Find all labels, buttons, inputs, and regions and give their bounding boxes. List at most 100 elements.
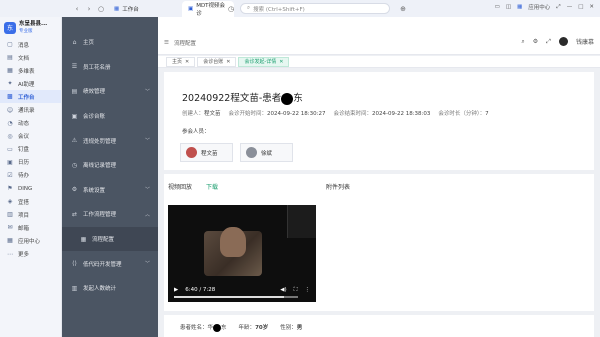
yida-icon: ◈ <box>7 198 13 206</box>
nav-item[interactable]: ▥ 发起人数统计 <box>62 276 158 301</box>
sidebar-item-label: 宜搭 <box>18 199 30 206</box>
module-sidenav: ⌂ 主页 ☰ 员工花名册 ▤ 绩效管理 ﹀ ▣ 会诊台账 ⚠ 违规处罚管理 ﹀ ◷ 离线记录管理 ⚙ 系统设置… <box>62 30 158 337</box>
forward-arrow-icon[interactable]: › <box>84 4 94 14</box>
refresh-icon[interactable]: ○ <box>96 4 106 14</box>
page-tab[interactable]: 会诊台账 ✕ <box>197 56 237 67</box>
video-player[interactable]: ▶ 6:40 / 7:28 ◀) ⛶ ⋮ <box>168 205 316 302</box>
menu-toggle-icon[interactable]: ☰ <box>164 40 169 46</box>
page-tabs: 主页 ✕ 会诊台账 ✕ 会诊发起-详情 ✕ <box>158 56 600 68</box>
pin-icon[interactable]: ◫ <box>506 4 511 10</box>
sidebar-item[interactable]: ✉ 邮箱 <box>0 221 61 234</box>
sidebar-item[interactable]: ▩ 工作台 <box>0 90 61 104</box>
page-tab-label: 会诊台账 <box>203 59 224 65</box>
apps-grid-icon[interactable]: ▦ <box>517 4 522 10</box>
patient-card: 患者姓名：华东 年龄：70岁 性别：男 <box>164 315 594 337</box>
sidebar-item[interactable]: ☑ 待办 <box>0 169 61 182</box>
user-name[interactable]: 钱康慕 <box>576 37 594 46</box>
maximize-icon[interactable]: □ <box>578 4 583 10</box>
sidebar-item[interactable]: ▤ 文档 <box>0 51 61 64</box>
sidebar-item[interactable]: ▦ 多维表 <box>0 64 61 77</box>
nav-item[interactable]: ◷ 离线记录管理 <box>62 153 158 178</box>
sidebar-item[interactable]: ▭ 钉盘 <box>0 143 61 156</box>
ledger-icon: ▣ <box>71 112 78 120</box>
patient-name-label: 患者姓名： <box>180 325 208 331</box>
page-tab[interactable]: 会诊发起-详情 ✕ <box>238 56 290 67</box>
activity-icon: ◔ <box>7 119 13 127</box>
todo-icon: ☑ <box>7 171 13 179</box>
nav-item[interactable]: ⟨⟩ 低代码开发管理 ﹀ <box>62 251 158 276</box>
sidebar-item-label: 钉盘 <box>18 147 30 154</box>
search-icon: ⌕ <box>247 5 251 11</box>
download-link[interactable]: 下载 <box>206 182 218 191</box>
search-icon[interactable]: ⌕ <box>521 38 524 46</box>
nav-item-label: 主页 <box>83 40 95 47</box>
meeting-icon: ◎ <box>7 132 13 140</box>
sidebar-item[interactable]: ⚑ DING <box>0 182 61 195</box>
sidenav-top <box>62 17 158 30</box>
title-bar: ‹ › ○ ▦ 工作台 ▣ MDT视频会诊 ◷ ⌕ 搜索 (Ctrl+Shift… <box>0 0 600 17</box>
settings-icon[interactable]: ⚙ <box>533 38 538 45</box>
nav-item[interactable]: ▣ 会诊台账 <box>62 104 158 129</box>
global-search-box[interactable]: ⌕ 搜索 (Ctrl+Shift+F) <box>240 3 390 14</box>
nav-item[interactable]: ▦ 流程配置 <box>62 226 158 252</box>
participant-avatar <box>246 147 257 158</box>
sidebar-item[interactable]: ▣ 日历 <box>0 156 61 169</box>
nav-item[interactable]: ▤ 绩效管理 ﹀ <box>62 79 158 104</box>
participant-chip[interactable]: 徐斌 <box>240 143 293 162</box>
sidebar-item[interactable]: ☺ 通讯录 <box>0 103 61 116</box>
start-label: 会诊开始时间： <box>228 111 268 117</box>
sidebar-item[interactable]: ▦ 应用中心 <box>0 234 61 247</box>
fullscreen-icon[interactable]: ⤢ <box>556 4 560 11</box>
back-arrow-icon[interactable]: ‹ <box>72 4 82 14</box>
participant-name: 程文苗 <box>201 150 218 157</box>
search-placeholder: 搜索 (Ctrl+Shift+F) <box>253 6 305 13</box>
breadcrumb: ☰ 流程配置 <box>164 39 196 47</box>
sidebar-item[interactable]: ◔ 动态 <box>0 117 61 130</box>
redaction-mark <box>281 92 294 105</box>
volume-icon[interactable]: ◀) <box>280 287 286 293</box>
app-center-label[interactable]: 应用中心 <box>528 3 550 11</box>
home-icon: ⌂ <box>72 38 77 46</box>
sidebar-item[interactable]: ✦ AI助理 <box>0 77 61 90</box>
org-header[interactable]: 东 东呈县县... 专业版 <box>0 17 61 38</box>
apps-icon: ▦ <box>7 237 13 245</box>
close-icon[interactable]: ✕ <box>589 4 594 10</box>
minimize-icon[interactable]: — <box>567 4 573 10</box>
participant-chip[interactable]: 程文苗 <box>180 143 233 162</box>
creator-label: 创建人： <box>182 111 205 117</box>
fullscreen-icon[interactable]: ⛶ <box>294 287 298 294</box>
sidebar-item[interactable]: ▢ 消息 <box>0 38 61 51</box>
close-icon[interactable]: ✕ <box>185 59 189 65</box>
user-avatar[interactable] <box>558 37 568 46</box>
expand-icon[interactable]: ⤢ <box>546 38 551 46</box>
grid-icon: ▩ <box>7 93 13 101</box>
close-icon[interactable]: ✕ <box>226 59 230 65</box>
video-progress-bar[interactable] <box>174 296 298 298</box>
gender-value: 男 <box>296 325 303 332</box>
play-icon[interactable]: ▶ <box>174 287 178 293</box>
nav-item[interactable]: ⇄ 工作流程管理 ︿ <box>62 202 158 227</box>
chevron-down-icon: ﹀ <box>144 261 150 268</box>
add-icon[interactable]: ⊕ <box>398 4 408 14</box>
nav-item[interactable]: ⚙ 系统设置 ﹀ <box>62 178 158 203</box>
sidebar-item[interactable]: ⋯ 更多 <box>0 248 61 261</box>
sidebar-item[interactable]: ◎ 会议 <box>0 130 61 143</box>
app-sidebar-list: ▢ 消息 ▤ 文档 ▦ 多维表 ✦ AI助理 ▩ 工作台 ☺ 通讯录 ◔ 动态 ◎ 会议 ▭ 钉盘 ▣ 日历 ☑ 待办 ⚑ D… <box>0 38 61 261</box>
history-icon[interactable]: ◷ <box>226 4 236 14</box>
screenshot-icon[interactable]: ▭ <box>495 4 500 10</box>
nav-item[interactable]: ☰ 员工花名册 <box>62 55 158 80</box>
nav-item[interactable]: ⌂ 主页 <box>62 30 158 55</box>
ai-icon: ✦ <box>7 80 13 88</box>
org-badge: 专业版 <box>19 29 33 34</box>
video-time: 6:40 / 7:28 <box>185 287 216 293</box>
video-more-icon[interactable]: ⋮ <box>305 287 317 293</box>
nav-item[interactable]: ⚠ 违规处罚管理 ﹀ <box>62 128 158 153</box>
config-icon: ▦ <box>80 235 87 243</box>
end-label: 会诊结束时间： <box>333 111 372 117</box>
tab-workbench[interactable]: ▦ 工作台 <box>108 1 145 17</box>
page-tab[interactable]: 主页 ✕ <box>166 56 196 67</box>
sidebar-item[interactable]: ▥ 项目 <box>0 208 61 221</box>
sidebar-item-label: 消息 <box>18 42 30 49</box>
close-icon[interactable]: ✕ <box>279 59 283 65</box>
sidebar-item[interactable]: ◈ 宜搭 <box>0 195 61 208</box>
